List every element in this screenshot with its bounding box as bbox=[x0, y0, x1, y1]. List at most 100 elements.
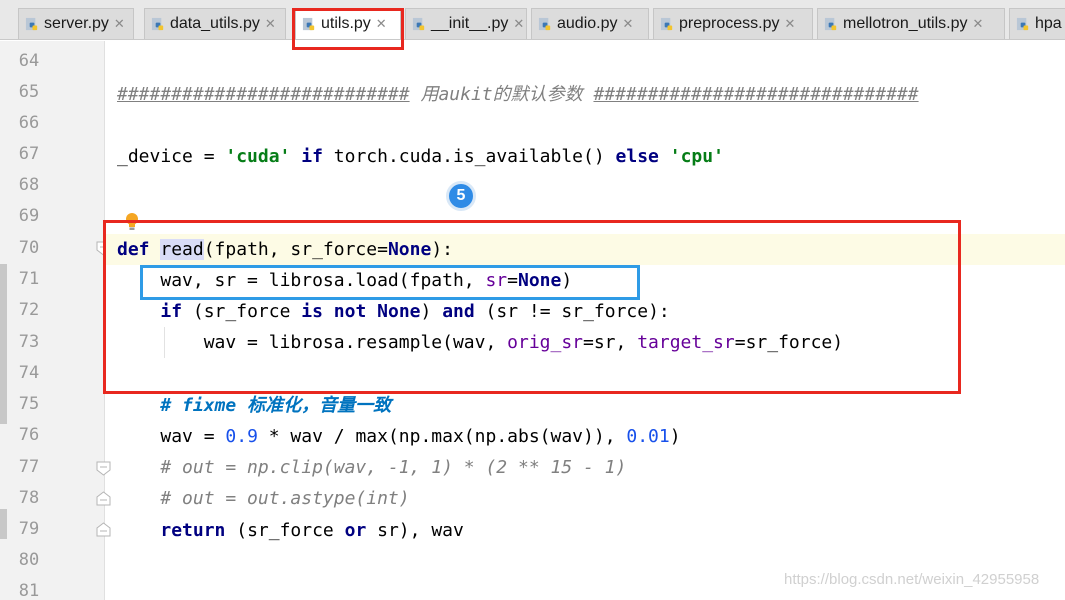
code-line-71: wav, sr = librosa.load(fpath, sr=None) bbox=[117, 265, 572, 296]
line-number: 65 bbox=[18, 82, 40, 102]
code-token: wav = librosa.resample(wav, bbox=[203, 332, 508, 353]
keyword: if bbox=[301, 146, 323, 167]
keyword-argument: orig_sr bbox=[507, 332, 583, 353]
line-number-gutter[interactable]: 64 65 66 67 68 69 70 71 72 73 74 75 76 7… bbox=[0, 41, 111, 600]
code-editor[interactable]: ########################### 用aukit的默认参数 … bbox=[106, 41, 1065, 600]
line-number: 80 bbox=[18, 550, 40, 570]
line-number: 70 bbox=[18, 238, 40, 258]
tab-data-utils-py[interactable]: data_utils.py ✕ bbox=[144, 8, 286, 39]
close-icon[interactable]: ✕ bbox=[265, 16, 276, 32]
line-number: 64 bbox=[18, 51, 40, 71]
string-literal: 'cpu' bbox=[669, 146, 724, 167]
close-icon[interactable]: ✕ bbox=[376, 16, 387, 32]
tab-utils-py[interactable]: utils.py ✕ bbox=[295, 8, 401, 39]
line-number: 74 bbox=[18, 363, 40, 383]
code-token: (sr_force bbox=[182, 301, 302, 322]
close-icon[interactable]: ✕ bbox=[973, 16, 984, 32]
comment-hash-run: ########################### bbox=[117, 84, 410, 105]
keyword-argument: sr bbox=[485, 270, 508, 291]
comment-hash: # bbox=[160, 395, 183, 416]
keyword: None bbox=[518, 270, 562, 291]
code-line-79: return (sr_force or sr), wav bbox=[117, 515, 463, 546]
close-icon[interactable]: ✕ bbox=[623, 16, 634, 32]
line-number: 73 bbox=[18, 332, 40, 352]
line-number: 68 bbox=[18, 175, 40, 195]
tab-label: preprocess.py bbox=[679, 15, 780, 32]
code-token: wav, sr = librosa.load(fpath, bbox=[160, 270, 486, 291]
line-number: 67 bbox=[18, 144, 40, 164]
keyword: None bbox=[387, 239, 432, 260]
keyword: or bbox=[344, 520, 367, 541]
line-number: 72 bbox=[18, 300, 40, 320]
code-line-77: # out = np.clip(wav, -1, 1) * (2 ** 15 -… bbox=[117, 452, 626, 483]
tab-audio-py[interactable]: audio.py ✕ bbox=[531, 8, 649, 39]
code-line-78: # out = out.astype(int) bbox=[117, 483, 410, 514]
python-file-icon bbox=[302, 17, 315, 30]
python-file-icon bbox=[412, 17, 425, 30]
tab-server-py[interactable]: server.py ✕ bbox=[18, 8, 134, 39]
code-line-73: wav = librosa.resample(wav, orig_sr=sr, … bbox=[117, 327, 843, 358]
close-icon[interactable]: ✕ bbox=[513, 16, 524, 32]
code-line-65: ########################### 用aukit的默认参数 … bbox=[117, 79, 919, 110]
line-number: 76 bbox=[18, 425, 40, 445]
python-file-icon bbox=[1016, 17, 1029, 30]
code-token: ) bbox=[420, 301, 443, 322]
tab-mellotron-utils-py[interactable]: mellotron_utils.py ✕ bbox=[817, 8, 1005, 39]
tab-label: utils.py bbox=[321, 15, 371, 32]
editor-tab-bar: server.py ✕ data_utils.py ✕ utils.py ✕ _… bbox=[0, 0, 1065, 40]
function-name: read bbox=[160, 239, 204, 260]
code-token: _device = bbox=[117, 146, 226, 167]
tab-label: __init__.py bbox=[431, 15, 509, 32]
code-token: (sr != sr_force): bbox=[474, 301, 670, 322]
number-literal: 0.9 bbox=[225, 426, 258, 447]
line-number: 79 bbox=[18, 519, 40, 539]
python-file-icon bbox=[538, 17, 551, 30]
code-token: * wav / max(np.max(np.abs(wav)), bbox=[257, 426, 627, 447]
keyword: def bbox=[117, 239, 150, 260]
python-file-icon bbox=[25, 17, 38, 30]
lightbulb-icon[interactable] bbox=[124, 212, 140, 232]
number-literal: 0.01 bbox=[626, 426, 670, 447]
python-file-icon bbox=[824, 17, 837, 30]
code-line-75: # fixme 标准化，音量一致 bbox=[117, 390, 391, 421]
line-number: 77 bbox=[18, 457, 40, 477]
step-number-badge: 5 bbox=[446, 181, 476, 211]
todo-comment: fixme 标准化，音量一致 bbox=[182, 395, 392, 416]
comment-text: # out = out.astype(int) bbox=[160, 488, 410, 509]
line-number: 81 bbox=[18, 581, 40, 600]
tab-label: data_utils.py bbox=[170, 15, 260, 32]
close-icon[interactable]: ✕ bbox=[114, 16, 125, 32]
code-token: =sr, bbox=[583, 332, 638, 353]
comment-text: 用aukit的默认参数 bbox=[409, 84, 594, 105]
line-number: 71 bbox=[18, 269, 40, 289]
keyword-argument: target_sr bbox=[637, 332, 735, 353]
keyword: return bbox=[160, 520, 226, 541]
code-token: ) bbox=[561, 270, 573, 291]
code-line-72: if (sr_force is not None) and (sr != sr_… bbox=[117, 296, 670, 327]
code-token: torch.cuda.is_available() bbox=[322, 146, 616, 167]
string-literal: 'cuda' bbox=[225, 146, 291, 167]
code-token: = bbox=[507, 270, 518, 291]
code-token: =sr_force) bbox=[734, 332, 844, 353]
code-line-67: _device = 'cuda' if torch.cuda.is_availa… bbox=[117, 141, 724, 172]
tab-preprocess-py[interactable]: preprocess.py ✕ bbox=[653, 8, 813, 39]
line-number: 69 bbox=[18, 206, 40, 226]
keyword: if bbox=[160, 301, 183, 322]
python-file-icon bbox=[151, 17, 164, 30]
code-line-76: wav = 0.9 * wav / max(np.max(np.abs(wav)… bbox=[117, 421, 681, 452]
tab-hpa[interactable]: hpa bbox=[1009, 8, 1065, 39]
keyword: and bbox=[442, 301, 475, 322]
close-icon[interactable]: ✕ bbox=[785, 16, 796, 32]
comment-text: # out = np.clip(wav, -1, 1) * (2 ** 15 -… bbox=[160, 457, 627, 478]
keyword: else bbox=[615, 146, 659, 167]
watermark-text: https://blog.csdn.net/weixin_42955958 bbox=[784, 571, 1040, 588]
code-token: (sr_force bbox=[225, 520, 345, 541]
tab-init-py[interactable]: __init__.py ✕ bbox=[405, 8, 527, 39]
code-token: ) bbox=[669, 426, 681, 447]
comment-hash-run: ############################## bbox=[593, 84, 919, 105]
tab-label: mellotron_utils.py bbox=[843, 15, 968, 32]
keyword: None bbox=[377, 301, 421, 322]
code-token: wav = bbox=[160, 426, 226, 447]
line-number: 78 bbox=[18, 488, 40, 508]
